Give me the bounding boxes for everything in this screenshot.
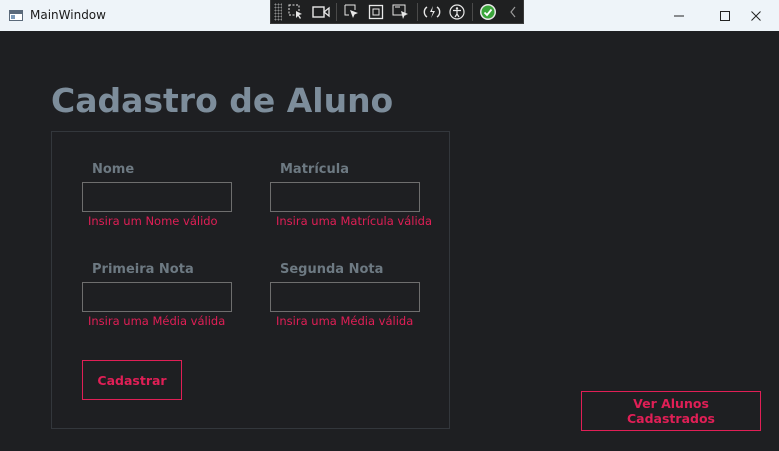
selection-adorner-icon[interactable] bbox=[366, 2, 387, 22]
track-focus-icon[interactable] bbox=[341, 2, 362, 22]
toolbar-separator bbox=[472, 2, 474, 21]
main-content: Cadastro de Aluno Nome Insira um Nome vá… bbox=[0, 31, 779, 451]
xaml-debug-toolbar bbox=[270, 0, 524, 24]
registration-form-panel: Nome Insira um Nome válido Matrícula Ins… bbox=[51, 131, 450, 429]
accessibility-icon[interactable] bbox=[447, 2, 468, 22]
cadastrar-button[interactable]: Cadastrar bbox=[82, 360, 182, 400]
close-button[interactable] bbox=[733, 0, 779, 31]
nome-error: Insira um Nome válido bbox=[88, 214, 218, 228]
matricula-label: Matrícula bbox=[280, 162, 349, 177]
segunda-nota-label: Segunda Nota bbox=[280, 262, 384, 277]
app-window-icon bbox=[9, 10, 23, 21]
primeira-nota-error: Insira uma Média válida bbox=[88, 314, 226, 328]
segunda-nota-input[interactable] bbox=[270, 282, 420, 312]
toolbar-separator bbox=[416, 2, 418, 21]
minimize-button[interactable] bbox=[656, 0, 702, 31]
select-element-icon[interactable] bbox=[286, 2, 307, 22]
collapse-toolbar-icon[interactable] bbox=[502, 2, 523, 22]
nome-input[interactable] bbox=[82, 182, 232, 212]
window-title: MainWindow bbox=[30, 8, 106, 22]
page-title: Cadastro de Aluno bbox=[51, 81, 394, 120]
window-titlebar[interactable]: MainWindow bbox=[0, 0, 779, 32]
close-icon bbox=[751, 10, 761, 21]
primeira-nota-input[interactable] bbox=[82, 282, 232, 312]
matricula-error: Insira uma Matrícula válida bbox=[276, 214, 432, 228]
matricula-input[interactable] bbox=[270, 182, 420, 212]
minimize-icon bbox=[674, 15, 684, 16]
preview-selection-icon[interactable] bbox=[391, 2, 412, 22]
segunda-nota-error: Insira uma Média válida bbox=[276, 314, 414, 328]
nome-label: Nome bbox=[92, 162, 135, 177]
display-layout-adorners-icon[interactable] bbox=[310, 2, 331, 22]
ver-alunos-button[interactable]: Ver Alunos Cadastrados bbox=[581, 391, 761, 431]
toolbar-grip-icon[interactable] bbox=[274, 2, 282, 21]
binding-check-icon[interactable] bbox=[477, 2, 498, 22]
primeira-nota-label: Primeira Nota bbox=[92, 262, 194, 277]
hot-reload-icon[interactable] bbox=[422, 2, 443, 22]
toolbar-separator bbox=[336, 2, 338, 21]
maximize-icon bbox=[720, 10, 730, 21]
